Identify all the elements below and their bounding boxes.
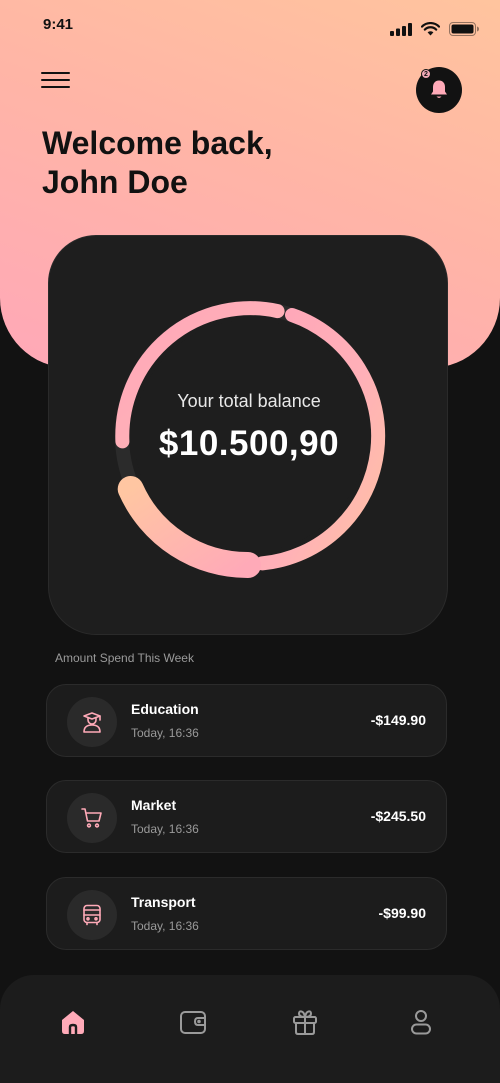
transaction-icon-wrap [67, 793, 117, 843]
gift-icon [293, 1010, 317, 1035]
transaction-title: Transport [131, 894, 196, 910]
transaction-title: Education [131, 701, 199, 717]
transaction-icon-wrap [67, 890, 117, 940]
menu-line [41, 79, 70, 81]
transaction-time: Today, 16:36 [131, 919, 199, 933]
welcome-line: Welcome back, [42, 125, 273, 161]
balance-card: Your total balance $10.500,90 [48, 235, 448, 635]
transaction-item-market[interactable]: Market Today, 16:36 -$245.50 [46, 780, 447, 853]
status-icons [390, 22, 480, 36]
transaction-item-transport[interactable]: Transport Today, 16:36 -$99.90 [46, 877, 447, 950]
menu-button[interactable] [41, 72, 71, 92]
balance-amount: $10.500,90 [158, 424, 340, 463]
status-time: 9:41 [43, 16, 74, 33]
tab-wallet[interactable] [176, 1005, 210, 1039]
user-name: John Doe [42, 164, 188, 200]
notification-badge: 2 [421, 69, 431, 79]
welcome-heading: Welcome back, John Doe [42, 124, 273, 202]
transaction-title: Market [131, 797, 177, 813]
bottom-tab-bar [0, 975, 500, 1083]
tab-profile[interactable] [404, 1005, 438, 1039]
wallet-icon [180, 1011, 206, 1034]
profile-icon [411, 1010, 431, 1035]
section-title: Amount Spend This Week [55, 651, 194, 665]
transaction-icon-wrap [67, 697, 117, 747]
wifi-icon [421, 22, 440, 36]
transaction-item-education[interactable]: Education Today, 16:36 -$149.90 [46, 684, 447, 757]
cellular-signal-icon [390, 22, 412, 36]
transaction-time: Today, 16:36 [131, 822, 199, 836]
status-bar: 9:41 [0, 0, 500, 52]
menu-line [41, 86, 70, 88]
battery-icon [449, 22, 479, 36]
bell-icon [431, 80, 447, 98]
tab-gifts[interactable] [288, 1005, 322, 1039]
graduation-icon [83, 712, 101, 733]
menu-line [41, 72, 70, 74]
transaction-time: Today, 16:36 [131, 726, 199, 740]
transaction-amount: -$245.50 [370, 808, 426, 824]
bus-icon [83, 904, 101, 926]
balance-label: Your total balance [177, 391, 321, 411]
home-icon [62, 1011, 84, 1036]
notification-button[interactable]: 2 [416, 67, 462, 113]
cart-icon [81, 808, 102, 828]
transaction-amount: -$99.90 [378, 905, 426, 921]
tab-home[interactable] [56, 1005, 90, 1039]
transaction-amount: -$149.90 [370, 712, 426, 728]
